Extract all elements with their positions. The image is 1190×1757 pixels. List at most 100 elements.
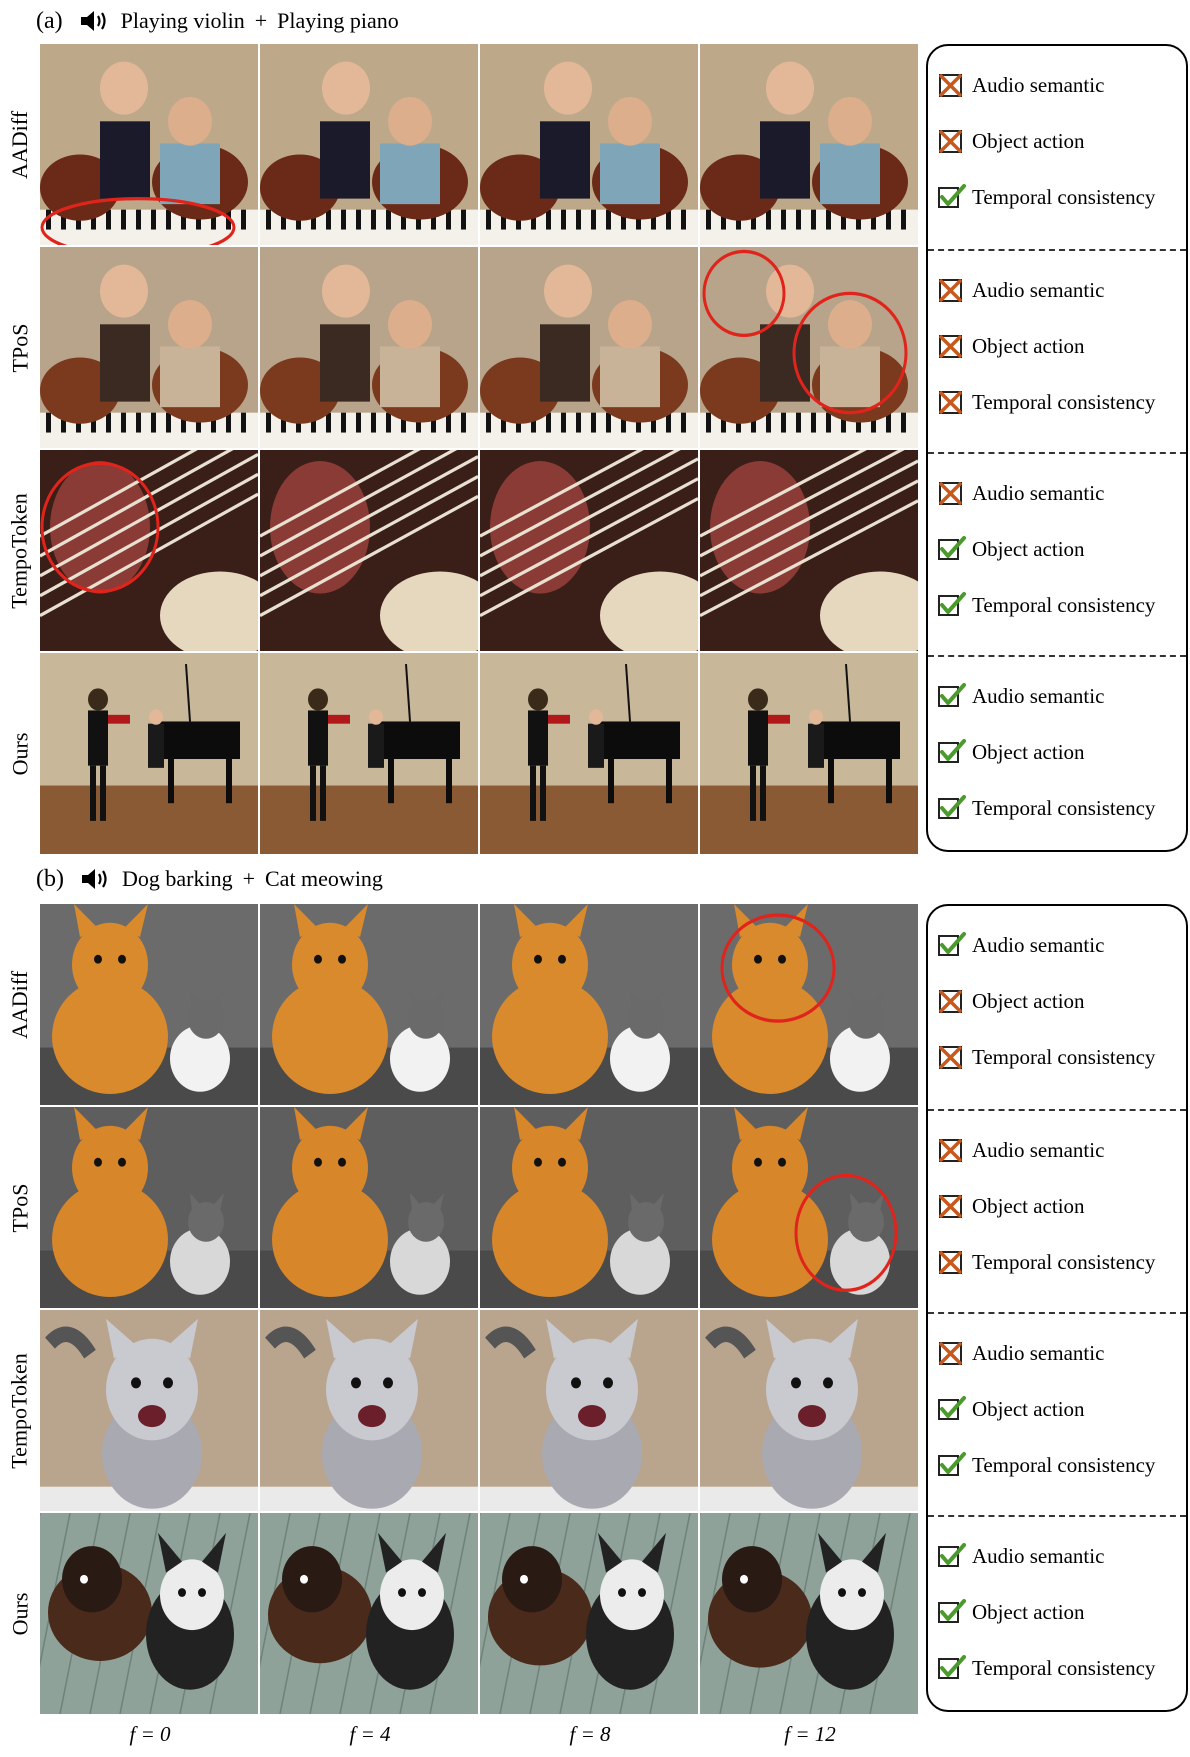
audio-label-2: Cat meowing [265,866,383,891]
criterion-item: Object action [936,124,1085,158]
cross-icon [939,1046,962,1069]
plus-sign: + [242,866,255,891]
video-frame [700,653,918,854]
criterion-label: Temporal consistency [972,1249,1156,1274]
video-frame [260,1310,478,1511]
audio-label-1: Playing violin [120,8,245,33]
check-icon [938,592,966,616]
method-label: Ours [0,1513,40,1714]
criterion-label: Temporal consistency [972,795,1156,820]
audio-label-1: Dog barking [121,866,233,891]
cross-icon [939,1251,962,1274]
criterion-label: Audio semantic [972,1137,1105,1162]
criterion-item: Temporal consistency [936,791,1155,825]
video-frame [700,450,918,651]
criterion-item: Temporal consistency [936,180,1155,214]
method-label-text: TempoToken [7,1352,33,1469]
video-frame [700,44,918,245]
criterion-item: Audio semantic [936,68,1104,102]
criterion-item: Audio semantic [936,1539,1104,1573]
criterion-item: Object action [936,1595,1085,1629]
video-frame [260,653,478,854]
video-frame [40,1310,258,1511]
criterion-label: Temporal consistency [972,592,1156,617]
criteria-group: Audio semantic Object action Temporal cons… [928,249,1186,454]
video-frame [480,1107,698,1308]
method-label-text: Ours [7,1592,32,1635]
video-frame [700,247,918,448]
criterion-label: Temporal consistency [972,389,1156,414]
criterion-item: Temporal consistency [936,1448,1155,1482]
frame-label: f = 4 [349,1722,391,1746]
video-frame [700,1107,918,1308]
criterion-item: Temporal consistency [936,1651,1155,1685]
audio-label-2: Playing piano [277,8,399,33]
criterion-item: Temporal consistency [936,1040,1155,1074]
method-label: TempoToken [0,450,40,651]
criterion-item: Audio semantic [936,679,1104,713]
panel-a-header: (a) Playing violin + Playing piano [36,4,399,38]
criterion-item: Audio semantic [936,273,1104,307]
criterion-label: Audio semantic [972,1543,1105,1568]
check-icon [938,1543,966,1567]
criteria-group: Audio semantic Object action Temporal cons… [928,655,1186,860]
criterion-label: Temporal consistency [972,1655,1156,1680]
criterion-label: Object action [972,333,1085,358]
criterion-label: Object action [972,1193,1085,1218]
criterion-item: Audio semantic [936,1336,1104,1370]
cross-icon [939,1195,962,1218]
video-frame [700,1513,918,1714]
criterion-label: Audio semantic [972,277,1105,302]
speaker-icon [81,869,107,889]
criteria-group: Audio semantic Object action Temporal cons… [928,1515,1186,1720]
video-frame [260,44,478,245]
cross-icon [939,335,962,358]
check-icon [938,536,966,560]
video-frame [480,1513,698,1714]
criteria-group: Audio semantic Object action Temporal cons… [928,1109,1186,1314]
video-frame [480,44,698,245]
cross-icon [939,1139,962,1162]
criteria-group: Audio semantic Object action Temporal cons… [928,1312,1186,1517]
video-frame [40,1513,258,1714]
video-frame [700,1310,918,1511]
method-label: TPoS [0,247,40,448]
video-frame [480,653,698,854]
method-label: Ours [0,653,40,854]
criterion-item: Audio semantic [936,928,1104,962]
method-label: AADiff [0,44,40,245]
cross-icon [939,990,962,1013]
video-frame [260,904,478,1105]
criterion-item: Object action [936,1189,1085,1223]
video-frame [480,247,698,448]
criterion-label: Object action [972,128,1085,153]
video-frame [260,450,478,651]
criterion-label: Object action [972,1599,1085,1624]
check-icon [938,1396,966,1420]
method-label: TPoS [0,1107,40,1308]
criterion-label: Object action [972,536,1085,561]
panel-letter: (b) [36,865,64,892]
check-icon [938,683,966,707]
video-frame [260,1513,478,1714]
criterion-label: Temporal consistency [972,1452,1156,1477]
frame-label: f = 8 [569,1722,611,1746]
video-frame [40,1107,258,1308]
criterion-item: Object action [936,329,1085,363]
cross-icon [939,74,962,97]
criterion-item: Object action [936,532,1085,566]
criterion-label: Object action [972,988,1085,1013]
method-label-text: Ours [7,732,32,775]
check-icon [938,1599,966,1623]
method-label-text: TPoS [7,1183,33,1232]
criteria-group: Audio semantic Object action Temporal cons… [928,452,1186,657]
criterion-item: Temporal consistency [936,1245,1155,1279]
criteria-group: Audio semantic Object action Temporal cons… [928,46,1186,249]
criterion-label: Temporal consistency [972,1044,1156,1069]
video-frame [480,904,698,1105]
criterion-item: Object action [936,1392,1085,1426]
method-label-text: TPoS [7,323,33,372]
plus-sign: + [254,8,268,33]
criteria-group: Audio semantic Object action Temporal cons… [928,906,1186,1109]
criterion-label: Audio semantic [972,480,1105,505]
